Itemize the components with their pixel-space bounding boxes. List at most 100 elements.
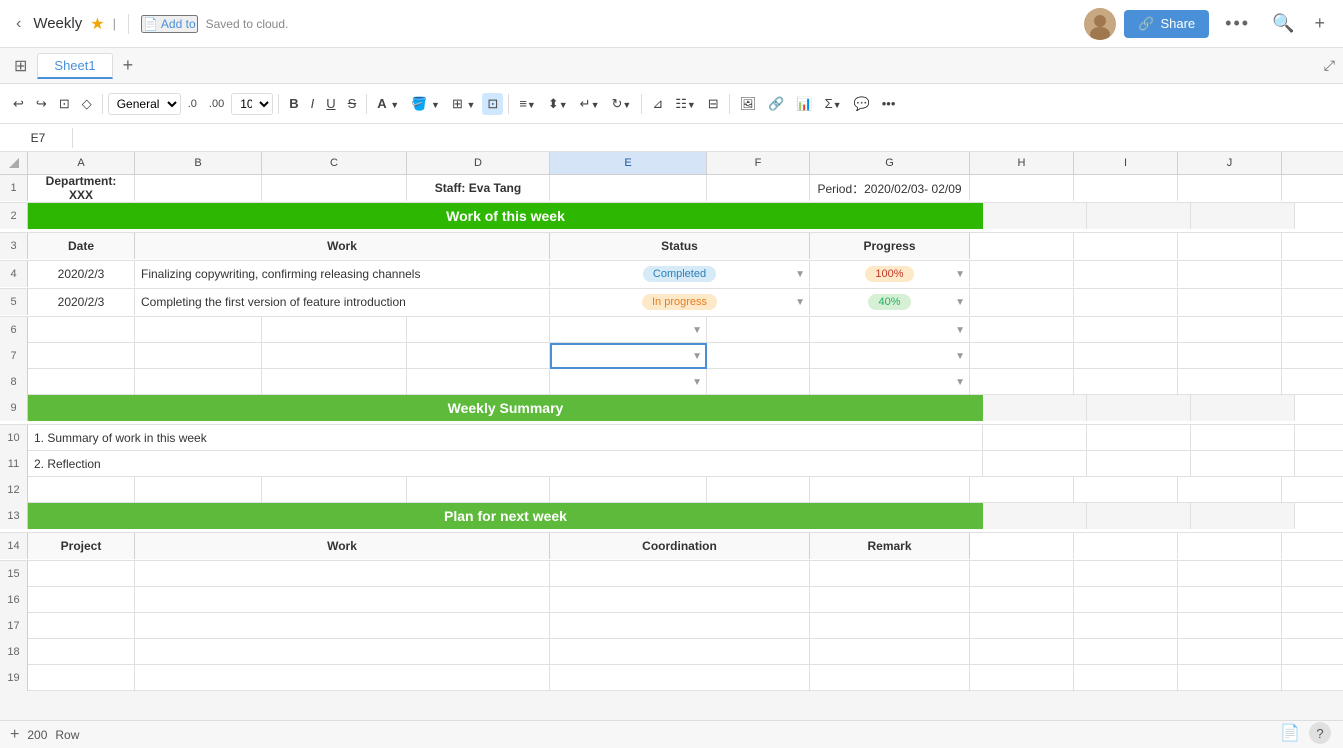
cell-a12[interactable] bbox=[28, 477, 135, 503]
cell-a11-merged[interactable]: 2. Reflection bbox=[28, 451, 983, 477]
row-num-16[interactable]: 16 bbox=[0, 587, 28, 613]
cell-j6[interactable] bbox=[1178, 317, 1282, 343]
cell-i7[interactable] bbox=[1074, 343, 1178, 369]
cell-i3[interactable] bbox=[1074, 233, 1178, 259]
cell-b8[interactable] bbox=[135, 369, 262, 395]
row-num-5[interactable]: 5 bbox=[0, 289, 28, 315]
image-button[interactable]: 🖼 bbox=[735, 93, 762, 115]
search-button[interactable]: 🔍 bbox=[1266, 9, 1300, 38]
cell-f7[interactable] bbox=[707, 343, 810, 369]
row-num-15[interactable]: 15 bbox=[0, 561, 28, 587]
cell-e12[interactable] bbox=[550, 477, 707, 503]
cell-a9-merged[interactable]: Weekly Summary bbox=[28, 395, 983, 421]
cell-b12[interactable] bbox=[135, 477, 262, 503]
col-header-a[interactable]: A bbox=[28, 152, 135, 174]
more-button[interactable]: ••• bbox=[1217, 9, 1258, 38]
redo-button[interactable]: ↪ bbox=[31, 93, 52, 115]
cell-j4[interactable] bbox=[1178, 261, 1282, 287]
align-h-button[interactable]: ≡▼ bbox=[514, 93, 541, 114]
border-button[interactable]: ⊞ ▼ bbox=[447, 93, 480, 115]
fill-color-button[interactable]: 🪣 ▼ bbox=[406, 93, 445, 115]
cell-d8[interactable] bbox=[407, 369, 550, 395]
cell-j13[interactable] bbox=[1191, 503, 1295, 529]
row-num-19[interactable]: 19 bbox=[0, 665, 28, 691]
align-v-button[interactable]: ⬍▼ bbox=[543, 93, 573, 115]
row-num-17[interactable]: 17 bbox=[0, 613, 28, 639]
add-tab-button[interactable]: + bbox=[117, 53, 140, 78]
cell-f8[interactable] bbox=[707, 369, 810, 395]
rotate-button[interactable]: ↻▼ bbox=[606, 93, 636, 115]
chart-button[interactable]: 📊 bbox=[791, 93, 817, 115]
font-select[interactable]: General bbox=[108, 93, 181, 115]
row-num-2[interactable]: 2 bbox=[0, 203, 28, 229]
merge-button[interactable]: ⊡ bbox=[482, 93, 503, 115]
cell-e6[interactable]: ▼ bbox=[550, 317, 707, 343]
cell-f12[interactable] bbox=[707, 477, 810, 503]
cell-i15[interactable] bbox=[1074, 561, 1178, 587]
cell-a16[interactable] bbox=[28, 587, 135, 613]
cell-i11[interactable] bbox=[1087, 451, 1191, 477]
link-button[interactable]: 🔗 bbox=[763, 93, 789, 115]
cell-h7[interactable] bbox=[970, 343, 1074, 369]
cell-j2[interactable] bbox=[1191, 203, 1295, 229]
cell-h11[interactable] bbox=[983, 451, 1087, 477]
cell-b4-merged[interactable]: Finalizing copywriting, confirming relea… bbox=[135, 261, 550, 287]
cell-h15[interactable] bbox=[970, 561, 1074, 587]
cell-a19[interactable] bbox=[28, 665, 135, 691]
wrap-button[interactable]: ↵▼ bbox=[575, 93, 605, 115]
cell-g15[interactable] bbox=[810, 561, 970, 587]
tab-sheet1[interactable]: Sheet1 bbox=[37, 53, 112, 79]
cell-a4[interactable]: 2020/2/3 bbox=[28, 261, 135, 287]
cell-e4[interactable]: Completed ▼ bbox=[550, 261, 810, 287]
col-header-h[interactable]: H bbox=[970, 152, 1074, 174]
cell-b17[interactable] bbox=[135, 613, 550, 639]
cell-i19[interactable] bbox=[1074, 665, 1178, 691]
cell-g12[interactable] bbox=[810, 477, 970, 503]
more-tools-button[interactable]: ••• bbox=[877, 93, 901, 114]
cell-a15[interactable] bbox=[28, 561, 135, 587]
row-num-9[interactable]: 9 bbox=[0, 395, 28, 421]
cell-j1[interactable] bbox=[1178, 175, 1282, 201]
cell-g5[interactable]: 40% ▼ bbox=[810, 289, 970, 315]
strikethrough-button[interactable]: S bbox=[343, 93, 362, 114]
filter-button[interactable]: ⊿ bbox=[647, 93, 668, 115]
cell-a2-merged[interactable]: Work of this week bbox=[28, 203, 983, 229]
col-header-g[interactable]: G bbox=[810, 152, 970, 174]
comment-button[interactable]: 💬 bbox=[849, 93, 875, 115]
col-header-d[interactable]: D bbox=[407, 152, 550, 174]
cell-g17[interactable] bbox=[810, 613, 970, 639]
row-num-4[interactable]: 4 bbox=[0, 261, 28, 287]
cell-h6[interactable] bbox=[970, 317, 1074, 343]
star-icon[interactable]: ★ bbox=[90, 14, 104, 34]
cell-h14[interactable] bbox=[970, 533, 1074, 559]
layers-button[interactable]: ⊞ bbox=[8, 52, 33, 80]
cell-a13-merged[interactable]: Plan for next week bbox=[28, 503, 983, 529]
dropdown-arrow-g7[interactable]: ▼ bbox=[955, 351, 965, 362]
cell-g19[interactable] bbox=[810, 665, 970, 691]
cell-i6[interactable] bbox=[1074, 317, 1178, 343]
cell-e17[interactable] bbox=[550, 613, 810, 639]
dropdown-arrow-g5[interactable]: ▼ bbox=[955, 297, 965, 308]
cell-e1[interactable] bbox=[550, 175, 707, 201]
help-button[interactable]: ? bbox=[1309, 722, 1331, 744]
cell-h2[interactable] bbox=[983, 203, 1087, 229]
dec-decimal-button[interactable]: .0 bbox=[183, 95, 202, 113]
cell-i1[interactable] bbox=[1074, 175, 1178, 201]
dropdown-arrow-g4[interactable]: ▼ bbox=[955, 269, 965, 280]
cell-j10[interactable] bbox=[1191, 425, 1295, 451]
cell-a3[interactable]: Date bbox=[28, 233, 135, 259]
dropdown-arrow-e7[interactable]: ▼ bbox=[692, 351, 702, 362]
dropdown-arrow-e5[interactable]: ▼ bbox=[795, 297, 805, 308]
cell-h19[interactable] bbox=[970, 665, 1074, 691]
cell-g4[interactable]: 100% ▼ bbox=[810, 261, 970, 287]
cell-c6[interactable] bbox=[262, 317, 407, 343]
cell-j3[interactable] bbox=[1178, 233, 1282, 259]
format-button[interactable]: ☷▼ bbox=[670, 93, 701, 115]
cell-g6[interactable]: ▼ bbox=[810, 317, 970, 343]
cell-i8[interactable] bbox=[1074, 369, 1178, 395]
cell-i4[interactable] bbox=[1074, 261, 1178, 287]
row-num-18[interactable]: 18 bbox=[0, 639, 28, 665]
cell-j8[interactable] bbox=[1178, 369, 1282, 395]
col-header-j[interactable]: J bbox=[1178, 152, 1282, 174]
formula-input[interactable] bbox=[77, 129, 1335, 147]
